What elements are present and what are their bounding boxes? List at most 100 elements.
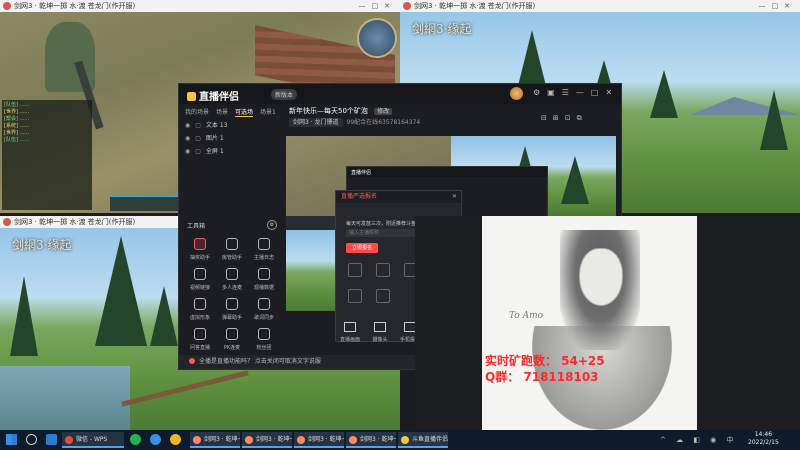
tool-icon [226, 298, 238, 310]
tab-0[interactable]: 我的场景 [185, 109, 209, 116]
tool-label: 多人连麦 [221, 285, 242, 291]
stat-item: 剑网3 · 龙门镖道 [289, 118, 343, 127]
lock-icon[interactable]: ▢ [195, 135, 201, 142]
taskbar-app[interactable]: 剑网3 · 乾坤一掷 [346, 432, 396, 448]
tool-item[interactable]: 抽奖助手 [184, 238, 216, 268]
game-logo: 剑網3·缘起 [412, 22, 472, 36]
wechat-icon[interactable] [130, 434, 141, 445]
taskbar-app[interactable]: 微信 - WPS [62, 432, 124, 448]
close-icon[interactable]: ✕ [452, 191, 457, 203]
scene-source-label: 全屏 1 [205, 148, 224, 155]
eye-icon[interactable]: ◉ [185, 135, 190, 142]
popup-title: 直播严选报名 [341, 193, 378, 200]
tool-item[interactable]: 多人连麦 [216, 268, 248, 298]
tab-1[interactable]: 场景 [216, 109, 228, 116]
video-icon[interactable] [376, 289, 390, 303]
window-titlebar[interactable]: 剑网3 · 乾坤一掷 水·渡 苍龙门(作开服) —□✕ [0, 0, 400, 12]
preview-toolbar[interactable]: ⊟⊞⊡⧉ [541, 114, 588, 123]
image-icon[interactable] [348, 289, 362, 303]
lock-icon[interactable]: ▢ [195, 122, 201, 129]
tool-icon [226, 238, 238, 250]
app-header[interactable]: 直播伴侣 新版本 ⚙▣☰—□✕ [179, 84, 621, 104]
eye-icon[interactable]: ◉ [185, 122, 190, 129]
windows-start-icon[interactable] [6, 434, 17, 445]
taskbar-app[interactable]: 剑网3 · 乾坤一掷 [190, 432, 240, 448]
tool-item[interactable]: PK连麦 [216, 328, 248, 358]
avatar[interactable] [510, 87, 523, 100]
toolbox-settings-icon[interactable]: ⚙ [267, 220, 277, 230]
search-icon[interactable] [26, 434, 37, 445]
mic-icon[interactable] [376, 263, 390, 277]
stat-item: 6357816 [378, 119, 405, 126]
window-titlebar[interactable]: 剑网3 · 乾坤一掷 水·渡 苍龙门(作开服) —□✕ [400, 0, 800, 12]
tool-item[interactable]: 虚拟形象 [184, 298, 216, 328]
source-action-label: 摄像头 [372, 337, 388, 343]
tool-icon [194, 298, 206, 310]
tool-label: 歌词同步 [253, 315, 274, 321]
scene-source-list[interactable]: ◉ ▢ 文本 13 ◉ ▢ 图片 1 ◉ ▢ 全屏 1 [185, 119, 281, 158]
header-control-icon[interactable]: ✕ [605, 88, 619, 97]
tool-item[interactable]: 弹幕助手 [216, 298, 248, 328]
folder-icon[interactable] [170, 434, 181, 445]
scene-tabs[interactable]: 我的场景 场景 可选场 场景1 [185, 107, 283, 117]
scene-source-item[interactable]: ◉ ▢ 图片 1 [185, 132, 281, 145]
streamer-name-input[interactable]: 输入主播昵称 [346, 229, 419, 237]
taskbar-app[interactable]: 斗鱼直播伴侣 [398, 432, 448, 448]
tab-3[interactable]: 场景1 [260, 109, 276, 116]
taskbar-app[interactable]: 剑网3 · 乾坤一掷 [294, 432, 344, 448]
eye-icon[interactable]: ◉ [185, 148, 190, 155]
toolbar-icon[interactable]: ⊡ [565, 114, 577, 122]
header-control-icon[interactable]: ▣ [547, 88, 562, 97]
browser-icon[interactable] [150, 434, 161, 445]
minimap[interactable] [357, 18, 397, 58]
tool-label: 弹幕助手 [221, 315, 242, 321]
windows-taskbar[interactable]: 微信 - WPS 剑网3 · 乾坤一掷 剑网3 · 乾坤一掷 剑网3 · 乾坤一掷 剑网… [0, 430, 800, 450]
header-control-icon[interactable]: ☰ [562, 88, 576, 97]
task-view-icon[interactable] [46, 434, 57, 445]
tool-item[interactable]: 视频链接 [184, 268, 216, 298]
taskbar-app[interactable]: 剑网3 · 乾坤一掷 [242, 432, 292, 448]
header-control-icon[interactable]: □ [591, 88, 606, 97]
game-chat-panel[interactable]: [队伍] ...... [世界] ...... [帮会] ...... [系统] ..… [2, 100, 92, 210]
stat-item: 4374 [404, 119, 421, 126]
taskbar-app-label: 微信 - WPS [76, 436, 108, 443]
tool-icon [258, 238, 270, 250]
scene-source-label: 文本 13 [205, 122, 228, 129]
tool-item[interactable]: 主播日志 [248, 238, 280, 268]
edit-title-button[interactable]: 修改 [374, 108, 393, 115]
tool-label: 房管助手 [221, 255, 242, 261]
tool-item[interactable]: 房管助手 [216, 238, 248, 268]
header-control-icon[interactable]: — [576, 88, 591, 97]
gift-icon[interactable] [348, 263, 362, 277]
window-controls[interactable]: —□✕ [759, 0, 796, 12]
source-action-button[interactable]: 直播画面 [340, 322, 360, 344]
tab-2[interactable]: 可选场 [235, 109, 254, 117]
version-badge[interactable]: 新版本 [271, 89, 298, 100]
tool-item[interactable]: 歌词同步 [248, 298, 280, 328]
clock[interactable]: 14:46 2022/2/15 [748, 431, 779, 447]
scene-source-item[interactable]: ◉ ▢ 文本 13 [185, 119, 281, 132]
popup-text: 每天可发放三次，附近推荐斗鱼 [346, 221, 417, 227]
header-controls[interactable]: ⚙▣☰—□✕ [533, 88, 619, 97]
scene-source-item[interactable]: ◉ ▢ 全屏 1 [185, 145, 281, 158]
tool-icon [194, 238, 206, 250]
signup-button[interactable]: 立即报名 [346, 243, 378, 253]
window-controls[interactable]: —□✕ [359, 0, 396, 12]
toolbar-icon[interactable]: ⊟ [541, 114, 553, 122]
tool-label: 粉丝团 [256, 345, 272, 351]
toolbar-icon[interactable]: ⧉ [577, 114, 588, 122]
header-control-icon[interactable]: ⚙ [533, 88, 547, 97]
tool-item[interactable]: 粉丝团 [248, 328, 280, 358]
portrait-image-window: To Amo 实时矿跑数： 54+25 Q群： 718118103 [415, 216, 800, 430]
toolbox-panel[interactable]: 工具箱 ⚙ 抽奖助手 房管助手 主播日志 视频链接 多人连麦 观播数据 虚拟形象 弹幕助手 歌词… [179, 218, 283, 353]
source-action-button[interactable]: 摄像头 [370, 322, 390, 344]
system-tray[interactable]: ^ ☁ ◧ ◉ 中 [660, 435, 738, 445]
window-title: 剑网3 · 乾坤一掷 水·渡 苍龙门(作开服) [14, 2, 136, 10]
tool-icon [258, 298, 270, 310]
tool-label: 视频链接 [189, 285, 210, 291]
app-logo-icon [187, 92, 196, 101]
toolbar-icon[interactable]: ⊞ [553, 114, 565, 122]
tool-item[interactable]: 观播数据 [248, 268, 280, 298]
tool-item[interactable]: 问答直播 [184, 328, 216, 358]
lock-icon[interactable]: ▢ [195, 148, 201, 155]
